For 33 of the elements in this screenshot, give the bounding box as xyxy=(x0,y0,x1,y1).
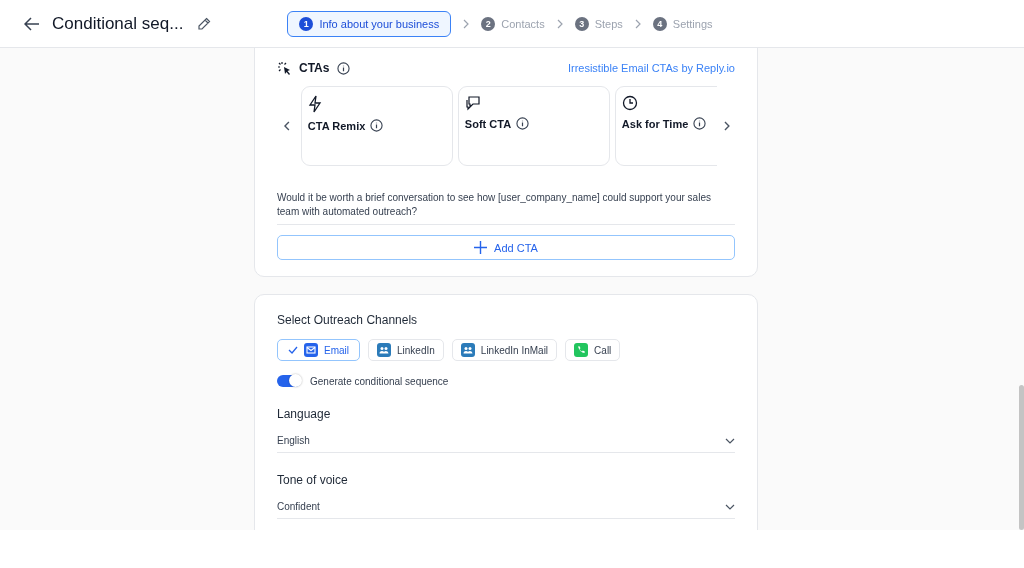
step-label: Steps xyxy=(594,17,623,30)
channel-chip[interactable]: Email xyxy=(277,339,360,361)
channel-chip[interactable]: LinkedIn InMail xyxy=(451,339,558,361)
field-label: Tone of voice xyxy=(277,473,349,487)
channel-chip[interactable]: LinkedIn xyxy=(368,339,444,361)
channel-chip[interactable]: Call xyxy=(565,339,621,361)
step-number: 3 xyxy=(574,16,589,31)
step-number: 1 xyxy=(299,16,314,31)
step-label: Contacts xyxy=(501,17,545,30)
step-tab[interactable]: 4 Settings xyxy=(652,11,713,36)
toggle-label: Generate conditional sequence xyxy=(310,375,449,387)
cta-guide-link[interactable]: Irresistible Email CTAs by Reply.io xyxy=(567,62,735,74)
dropdown-field[interactable]: Confident xyxy=(277,501,735,519)
sequence-title: Conditional seq... xyxy=(52,13,184,34)
cta-option[interactable]: CTA Remix xyxy=(300,86,453,166)
field-label: Language xyxy=(277,407,332,421)
step-number: 2 xyxy=(481,16,496,31)
cta-text: Would it be worth a brief conversation to see how [user_company_name] could support your sales team with automated outreach? xyxy=(277,191,735,225)
cta-option-label: Ask for Time xyxy=(621,117,689,130)
cta-option[interactable]: Soft CTA xyxy=(457,86,610,166)
section-title: Select Outreach Channels xyxy=(277,313,419,327)
step-number: 4 xyxy=(652,16,667,31)
section-title: CTAs xyxy=(299,61,330,75)
step-tab[interactable]: 3 Steps xyxy=(574,11,623,36)
step-tab[interactable]: 1 Info about your business xyxy=(287,10,452,37)
add-cta-button[interactable]: Add CTA xyxy=(277,235,735,260)
step-tab[interactable]: 2 Contacts xyxy=(481,11,545,36)
step-label: Info about your business xyxy=(319,17,440,30)
cta-option-label: CTA Remix xyxy=(307,119,366,132)
cta-option[interactable]: Ask for Time xyxy=(614,86,718,166)
dropdown-field[interactable]: English xyxy=(277,435,735,453)
cta-option-label: Soft CTA xyxy=(464,117,512,130)
step-label: Settings xyxy=(672,17,713,30)
